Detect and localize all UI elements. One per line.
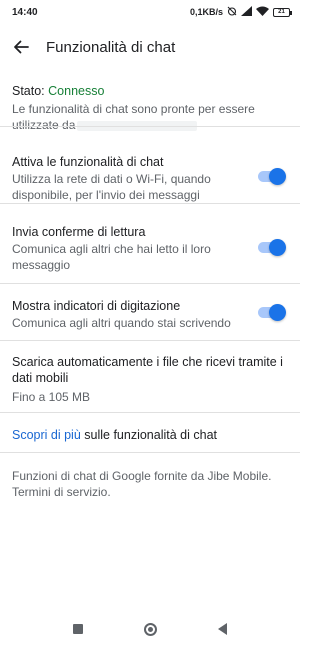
page-title: Funzionalità di chat bbox=[46, 38, 176, 56]
triangle-back-icon bbox=[217, 623, 227, 635]
setting-subtitle: Comunica agli altri che hai letto il lor… bbox=[12, 242, 211, 272]
system-nav-bar bbox=[0, 608, 300, 650]
learn-more-text: sulle funzionalità di chat bbox=[80, 428, 217, 442]
status-line: Stato: Connesso bbox=[12, 84, 292, 98]
divider bbox=[0, 340, 300, 341]
app-toolbar: Funzionalità di chat bbox=[0, 24, 300, 70]
setting-title: Invia conferme di lettura bbox=[12, 225, 146, 239]
recents-button[interactable] bbox=[66, 617, 90, 641]
divider bbox=[0, 452, 300, 453]
arrow-back-icon[interactable] bbox=[8, 34, 34, 60]
divider bbox=[0, 283, 300, 284]
toggle-enable-chat-features[interactable] bbox=[256, 168, 286, 185]
square-icon bbox=[73, 624, 83, 634]
setting-auto-download-files[interactable]: Scarica automaticamente i file che ricev… bbox=[0, 354, 300, 405]
network-speed: 0,1KB/s bbox=[189, 7, 223, 17]
provider-info: Funzioni di chat di Google fornite da Ji… bbox=[12, 469, 272, 499]
setting-read-receipts[interactable]: Invia conferme di lettura Comunica agli … bbox=[0, 224, 300, 273]
circle-icon bbox=[143, 622, 157, 636]
status-bar: 14:40 0,1KB/s 21 bbox=[0, 0, 300, 24]
learn-more-line: Scopri di più sulle funzionalità di chat bbox=[12, 428, 217, 442]
setting-subtitle: Comunica agli altri quando stai scrivend… bbox=[12, 316, 231, 330]
divider bbox=[0, 412, 300, 413]
divider bbox=[0, 126, 300, 127]
battery-icon: 21 bbox=[273, 7, 292, 17]
setting-title: Attiva le funzionalità di chat bbox=[12, 155, 164, 169]
back-button[interactable] bbox=[210, 617, 234, 641]
home-button[interactable] bbox=[138, 617, 162, 641]
alarm-off-icon bbox=[227, 6, 237, 18]
status-description: Le funzionalità di chat sono pronte per … bbox=[12, 101, 292, 133]
status-icons: 0,1KB/s 21 bbox=[189, 6, 292, 18]
setting-typing-indicators[interactable]: Mostra indicatori di digitazione Comunic… bbox=[0, 298, 300, 331]
signal-icon bbox=[241, 6, 252, 18]
setting-title: Mostra indicatori di digitazione bbox=[12, 299, 181, 313]
setting-subtitle: Utilizza la rete di dati o Wi-Fi, quando… bbox=[12, 172, 211, 202]
setting-subtitle: Fino a 105 MB bbox=[12, 390, 91, 404]
wifi-icon bbox=[256, 6, 269, 18]
setting-enable-chat-features[interactable]: Attiva le funzionalità di chat Utilizza … bbox=[0, 154, 300, 203]
toggle-typing-indicators[interactable] bbox=[256, 304, 286, 321]
status-time: 14:40 bbox=[12, 6, 38, 18]
divider bbox=[0, 203, 300, 204]
learn-more-link[interactable]: Scopri di più bbox=[12, 428, 81, 442]
status-value: Connesso bbox=[48, 84, 105, 98]
toggle-read-receipts[interactable] bbox=[256, 239, 286, 256]
setting-title: Scarica automaticamente i file che ricev… bbox=[12, 355, 283, 385]
status-label: Stato: bbox=[12, 84, 49, 98]
